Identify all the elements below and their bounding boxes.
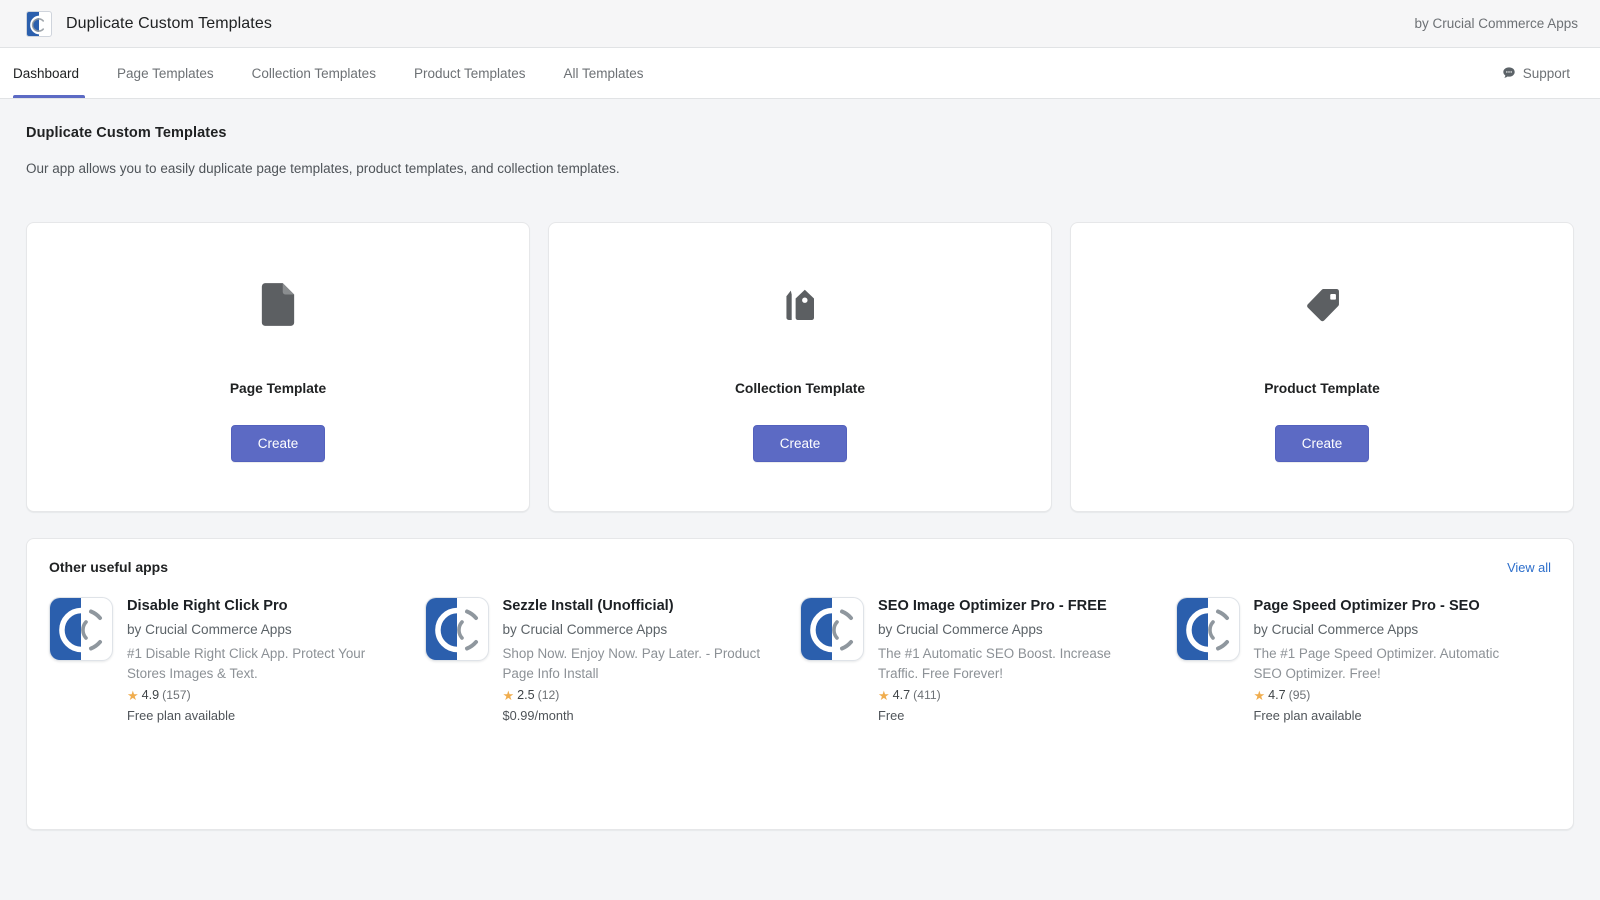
template-card-page[interactable]: Page Template Create [26, 222, 530, 512]
app-vendor: by Crucial Commerce Apps [127, 622, 292, 638]
tab-dashboard-label: Dashboard [13, 65, 80, 81]
create-collection-template-button[interactable]: Create [752, 424, 848, 462]
app-description: The #1 Page Speed Optimizer. Automatic S… [1253, 645, 1500, 682]
app-rating-count: (157) [162, 688, 191, 703]
crucial-commerce-c-logo-icon [1175, 597, 1240, 661]
tab-dashboard[interactable]: Dashboard [0, 48, 98, 98]
page-subtitle: Our app allows you to easily duplicate p… [26, 161, 620, 176]
app-vendor-label: by Crucial Commerce Apps [1414, 16, 1578, 31]
crucial-commerce-c-logo-icon [49, 597, 113, 661]
tab-collection-templates-label: Collection Templates [251, 65, 376, 81]
app-description: #1 Disable Right Click App. Protect Your… [127, 645, 366, 682]
app-info: Disable Right Click Pro by Crucial Comme… [127, 597, 403, 723]
other-useful-apps-panel: Other useful apps View all Disable Right… [26, 538, 1574, 830]
product-tag-icon [1299, 273, 1345, 337]
app-topbar: Duplicate Custom Templates by Crucial Co… [0, 0, 1600, 48]
app-rating-value: 4.7 [892, 688, 911, 703]
create-product-template-button[interactable]: Create [1274, 424, 1370, 462]
tab-all-templates-label: All Templates [563, 65, 644, 81]
page-content: Duplicate Custom Templates Our app allow… [0, 99, 1600, 900]
template-card-page-title: Page Template [229, 380, 327, 396]
tab-product-templates-label: Product Templates [413, 65, 526, 81]
app-window: Duplicate Custom Templates by Crucial Co… [0, 0, 1600, 900]
app-info: SEO Image Optimizer Pro - FREE by Crucia… [878, 597, 1154, 723]
app-card-seo-image-optimizer-pro[interactable]: SEO Image Optimizer Pro - FREE by Crucia… [800, 597, 1176, 723]
star-icon: ★ [1253, 687, 1266, 703]
app-rating: ★ 4.7 (95) [1254, 688, 1530, 702]
app-info: Page Speed Optimizer Pro - SEO by Crucia… [1254, 597, 1530, 723]
app-name: SEO Image Optimizer Pro - FREE [878, 598, 1107, 614]
app-description: The #1 Automatic SEO Boost. Increase Tra… [878, 645, 1111, 682]
app-vendor: by Crucial Commerce Apps [502, 622, 668, 638]
template-card-collection[interactable]: Collection Template Create [548, 222, 1052, 512]
crucial-commerce-c-logo-icon [800, 597, 864, 661]
app-price: Free plan available [127, 708, 236, 724]
tab-collection-templates[interactable]: Collection Templates [233, 48, 395, 98]
template-card-product-title: Product Template [1264, 380, 1380, 396]
star-icon: ★ [127, 687, 139, 703]
template-card-product[interactable]: Product Template Create [1070, 222, 1574, 512]
app-rating: ★ 4.7 (411) [878, 688, 1154, 702]
star-icon: ★ [878, 687, 890, 703]
app-title: Duplicate Custom Templates [66, 14, 272, 32]
app-info: Sezzle Install (Unofficial) by Crucial C… [503, 597, 779, 723]
template-card-collection-title: Collection Template [734, 380, 866, 396]
support-button[interactable]: Support [1502, 48, 1578, 98]
create-page-template-button[interactable]: Create [230, 424, 326, 462]
tab-product-templates[interactable]: Product Templates [395, 48, 545, 98]
other-apps-header: Other useful apps View all [49, 559, 1551, 575]
app-card-sezzle-install[interactable]: Sezzle Install (Unofficial) by Crucial C… [424, 597, 801, 723]
tab-list: Dashboard Page Templates Collection Temp… [0, 48, 663, 98]
app-vendor: by Crucial Commerce Apps [1253, 622, 1419, 638]
page-title: Duplicate Custom Templates [26, 125, 227, 141]
tab-bar: Dashboard Page Templates Collection Temp… [0, 48, 1600, 99]
app-rating: ★ 2.5 (12) [503, 688, 779, 702]
view-all-link[interactable]: View all [1507, 560, 1551, 575]
collection-tags-icon [779, 273, 821, 337]
app-rating: ★ 4.9 (157) [127, 688, 403, 702]
app-price: Free plan available [1253, 708, 1362, 724]
app-vendor: by Crucial Commerce Apps [878, 622, 1043, 638]
template-card-row: Page Template Create Collection Template… [26, 222, 1574, 512]
crucial-commerce-c-logo-icon [26, 10, 52, 37]
other-apps-title: Other useful apps [49, 559, 169, 575]
app-description: Shop Now. Enjoy Now. Pay Later. - Produc… [502, 645, 761, 682]
app-rating-value: 4.9 [141, 688, 160, 703]
app-rating-value: 2.5 [517, 688, 535, 703]
app-rating-count: (12) [537, 688, 560, 703]
app-price: Free [878, 708, 905, 724]
crucial-commerce-c-logo-icon [424, 597, 489, 661]
support-label: Support [1522, 65, 1570, 81]
app-card-page-speed-optimizer-pro[interactable]: Page Speed Optimizer Pro - SEO by Crucia… [1175, 597, 1552, 723]
other-apps-grid: Disable Right Click Pro by Crucial Comme… [49, 597, 1551, 723]
star-icon: ★ [502, 687, 515, 703]
app-price: $0.99/month [502, 708, 574, 724]
app-name: Disable Right Click Pro [127, 598, 288, 614]
tab-all-templates[interactable]: All Templates [545, 48, 663, 98]
tab-page-templates[interactable]: Page Templates [98, 48, 233, 98]
app-card-disable-right-click-pro[interactable]: Disable Right Click Pro by Crucial Comme… [49, 597, 425, 723]
app-rating-count: (411) [913, 688, 941, 703]
chat-bubble-icon [1502, 66, 1516, 80]
app-name: Sezzle Install (Unofficial) [502, 598, 674, 614]
page-document-icon [259, 273, 297, 337]
tab-page-templates-label: Page Templates [117, 65, 214, 81]
app-rating-count: (95) [1288, 688, 1311, 703]
app-name: Page Speed Optimizer Pro - SEO [1253, 598, 1480, 614]
app-rating-value: 4.7 [1268, 688, 1286, 703]
brand: Duplicate Custom Templates [26, 10, 272, 37]
